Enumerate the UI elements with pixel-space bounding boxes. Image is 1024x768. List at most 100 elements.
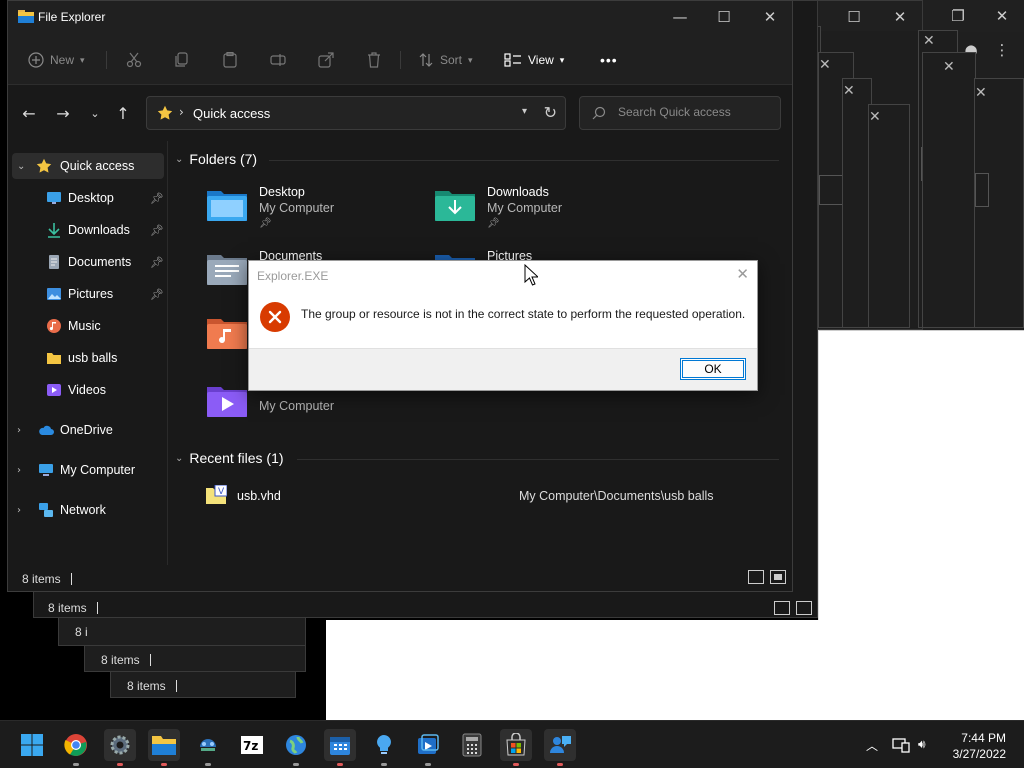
nav-item-usb-balls[interactable]: usb balls [8, 345, 168, 371]
taskbar-connect[interactable] [192, 729, 224, 766]
network-icon [39, 503, 53, 517]
copy-button[interactable] [174, 49, 190, 71]
taskbar: 7z ︿ 🔊︎ 7:44 PM 3/27/2022 [0, 720, 1024, 768]
taskbar-file-explorer[interactable] [148, 729, 180, 766]
search-input[interactable] [618, 105, 768, 119]
taskbar-calendar[interactable] [324, 729, 356, 766]
nav-item-pictures[interactable]: Pictures 📌︎ [8, 281, 168, 307]
menu-dots-icon[interactable]: ⋮ [992, 40, 1012, 60]
taskbar-chrome[interactable] [60, 729, 92, 766]
taskbar-7zip[interactable]: 7z [236, 729, 268, 761]
dialog-title: Explorer.EXE [257, 269, 329, 283]
details-view-icon[interactable] [774, 601, 790, 615]
start-button[interactable] [16, 729, 48, 761]
up-arrow-icon[interactable]: ↑ [114, 105, 132, 123]
address-bar[interactable]: › Quick access ▾ ↻ [146, 96, 566, 130]
network-status-icon[interactable] [892, 737, 910, 756]
nav-item-my-computer[interactable]: › My Computer [8, 457, 168, 483]
refresh-icon[interactable]: ↻ [544, 103, 557, 122]
nav-item-quick-access[interactable]: ⌄ Quick access [12, 153, 164, 179]
close-icon[interactable]: ✕ [992, 6, 1012, 26]
recent-files-section-header[interactable]: ⌄ Recent files (1) [175, 450, 284, 466]
close-icon[interactable]: ✕ [760, 7, 780, 27]
more-options-button[interactable]: ••• [600, 49, 618, 71]
taskbar-chat[interactable] [544, 729, 576, 766]
svg-text:V: V [218, 487, 225, 497]
chevron-right-icon[interactable]: › [17, 425, 21, 436]
taskbar-tips[interactable] [368, 729, 400, 766]
taskbar-media-player[interactable] [412, 729, 444, 766]
taskbar-store[interactable] [500, 729, 532, 766]
delete-button[interactable] [366, 49, 382, 71]
nav-item-music[interactable]: Music [8, 313, 168, 339]
chevron-down-icon[interactable]: ⌄ [17, 161, 25, 172]
pin-icon: 📌︎ [259, 218, 272, 229]
share-button[interactable] [318, 49, 334, 71]
computer-icon [39, 464, 53, 476]
chevron-down-icon[interactable]: ⌄ [175, 154, 183, 165]
more-icon: ••• [600, 52, 618, 68]
close-icon[interactable]: ✕ [890, 7, 910, 27]
taskbar-globe[interactable] [280, 729, 312, 766]
breadcrumb-path[interactable]: Quick access [193, 106, 270, 121]
chevron-right-icon[interactable]: › [17, 465, 21, 476]
folders-section-header[interactable]: ⌄ Folders (7) [175, 151, 257, 167]
7zip-icon: 7z [241, 736, 263, 754]
chevron-down-icon[interactable]: ⌄ [175, 453, 183, 464]
cut-button[interactable] [126, 49, 142, 71]
view-button[interactable]: View ▾ [504, 49, 564, 71]
rename-button[interactable] [270, 49, 286, 71]
calculator-icon [462, 733, 482, 757]
close-icon[interactable]: ✕ [923, 33, 935, 49]
maximize-icon[interactable]: ☐ [844, 7, 864, 27]
close-icon[interactable]: ✕ [736, 265, 749, 283]
status-text: 8 i [75, 625, 88, 639]
ok-button[interactable]: OK [680, 358, 746, 380]
onedrive-cloud-icon [39, 425, 54, 435]
tiles-view-icon[interactable] [796, 601, 812, 615]
folder-tile-downloads[interactable]: Downloads My Computer 📌︎ [433, 185, 653, 241]
connect-icon [200, 739, 216, 751]
new-button[interactable]: New ▾ [28, 49, 85, 71]
sort-icon [419, 53, 433, 67]
forward-arrow-icon[interactable]: → [54, 105, 72, 123]
taskbar-settings[interactable] [104, 729, 136, 766]
volume-icon[interactable]: 🔊︎ [918, 737, 926, 752]
back-arrow-icon[interactable]: ← [20, 105, 38, 123]
error-icon [260, 302, 290, 332]
close-icon[interactable]: ✕ [819, 57, 831, 73]
nav-item-network[interactable]: › Network [8, 497, 168, 523]
maximize-icon[interactable]: ☐ [714, 7, 734, 27]
share-icon [318, 52, 334, 68]
close-icon[interactable]: ✕ [869, 109, 881, 125]
vhd-file-icon: V [206, 485, 227, 504]
recent-locations-icon[interactable]: ⌄ [86, 105, 104, 123]
desktop-icon [47, 192, 61, 204]
nav-item-onedrive[interactable]: › OneDrive [8, 417, 168, 443]
nav-item-videos[interactable]: Videos [8, 377, 168, 403]
taskbar-calculator[interactable] [456, 729, 488, 761]
pin-icon: 📌︎ [150, 287, 164, 301]
close-icon[interactable]: ✕ [943, 59, 955, 75]
tiles-view-icon[interactable] [770, 570, 786, 584]
chevron-right-icon[interactable]: › [17, 505, 21, 516]
nav-item-downloads[interactable]: Downloads 📌︎ [8, 217, 168, 243]
recent-file-row[interactable]: V usb.vhd My Computer\Documents\usb ball… [205, 483, 765, 507]
search-box[interactable] [579, 96, 781, 130]
nav-item-desktop[interactable]: Desktop 📌︎ [8, 185, 168, 211]
chevron-down-icon[interactable]: ▾ [522, 106, 527, 117]
status-text: 8 items [48, 601, 98, 615]
folder-tile-desktop[interactable]: Desktop My Computer 📌︎ [205, 185, 425, 241]
clock-time: 7:44 PM [961, 731, 1006, 745]
restore-icon[interactable]: ❐ [948, 6, 968, 26]
clock[interactable]: 7:44 PM 3/27/2022 [953, 730, 1006, 762]
close-icon[interactable]: ✕ [843, 83, 855, 99]
close-icon[interactable]: ✕ [975, 85, 987, 101]
details-view-icon[interactable] [748, 570, 764, 584]
nav-item-documents[interactable]: Documents 📌︎ [8, 249, 168, 275]
chevron-up-icon[interactable]: ︿ [866, 737, 878, 754]
paste-button[interactable] [222, 49, 238, 71]
sort-button[interactable]: Sort ▾ [418, 49, 473, 71]
pin-icon: 📌︎ [150, 191, 164, 205]
minimize-icon[interactable]: — [670, 7, 690, 27]
